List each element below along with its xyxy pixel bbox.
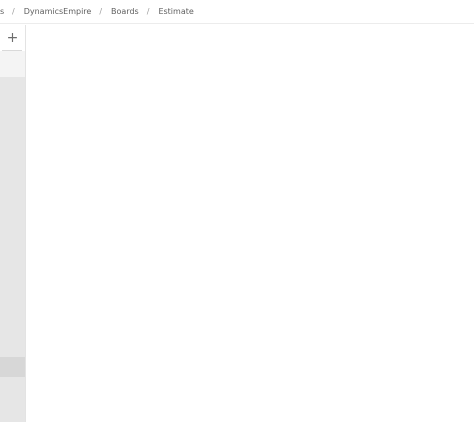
- breadcrumb: s / DynamicsEmpire / Boards / Estimate: [0, 0, 474, 24]
- sidebar-scroll-thumb[interactable]: [0, 357, 25, 377]
- breadcrumb-separator: /: [146, 7, 150, 16]
- page: s / DynamicsEmpire / Boards / Estimate +: [0, 0, 474, 422]
- add-button[interactable]: +: [0, 27, 25, 49]
- plus-icon: +: [6, 30, 19, 46]
- sidebar-header-area: [0, 51, 25, 77]
- breadcrumb-separator: /: [12, 7, 15, 16]
- breadcrumb-item-estimate[interactable]: Estimate: [158, 7, 193, 16]
- breadcrumb-item-boards[interactable]: Boards: [111, 7, 139, 16]
- sidebar: +: [0, 25, 26, 422]
- breadcrumb-item-project[interactable]: s: [0, 7, 4, 16]
- breadcrumb-separator: /: [99, 7, 103, 16]
- breadcrumb-item-dynamicsempire[interactable]: DynamicsEmpire: [24, 7, 92, 16]
